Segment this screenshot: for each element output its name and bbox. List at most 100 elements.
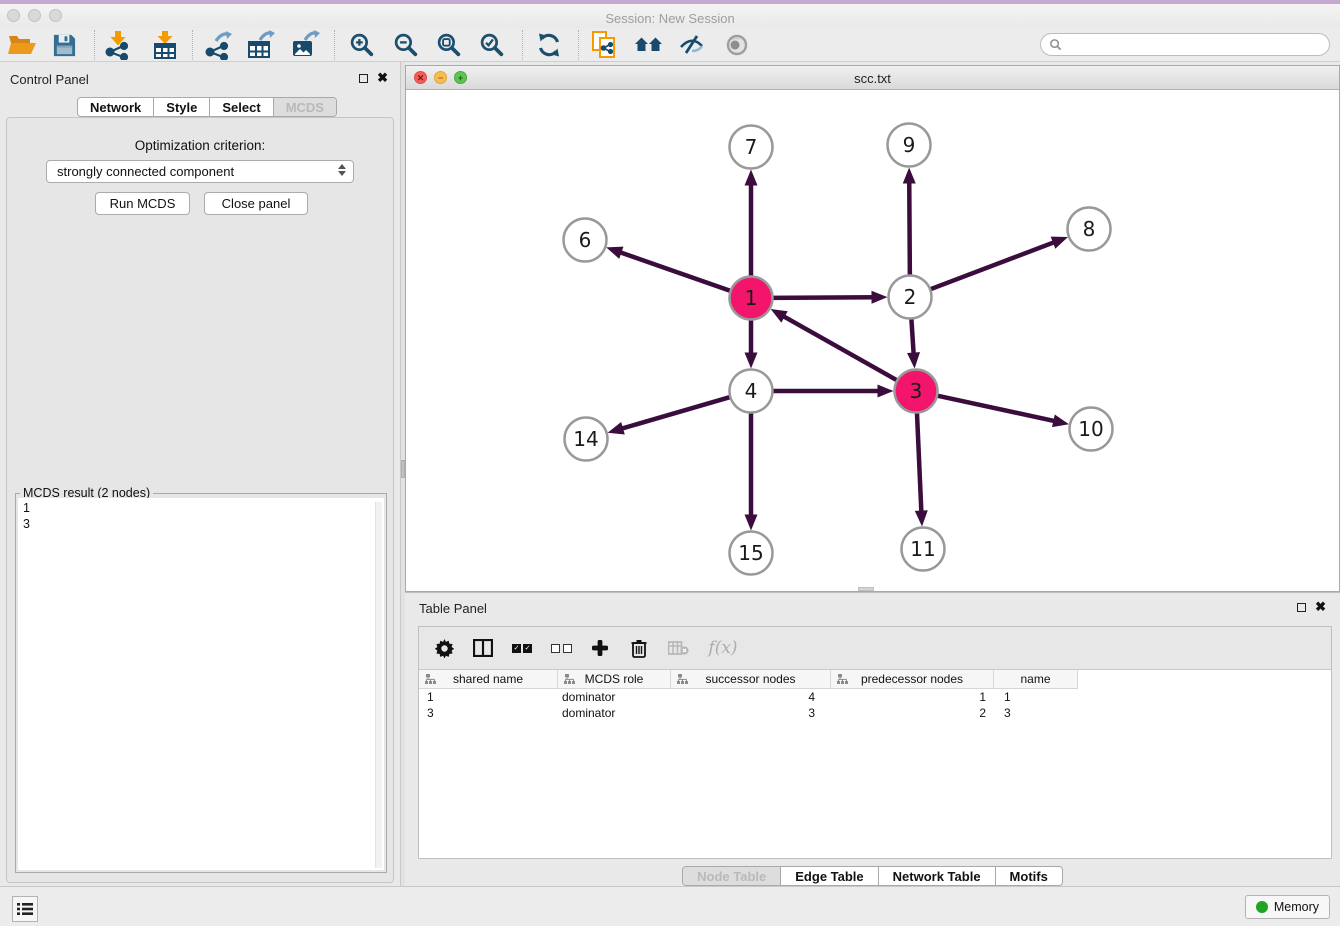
- result-line: 1: [23, 500, 379, 516]
- graph-edge-1-6[interactable]: [616, 251, 733, 292]
- cell-predecessor-nodes: 2: [831, 705, 994, 721]
- graph-edge-arrowhead: [878, 385, 894, 398]
- column-header-successor-nodes[interactable]: successor nodes: [671, 670, 831, 688]
- tab-style[interactable]: Style: [153, 98, 209, 116]
- delete-column-button[interactable]: [628, 639, 650, 658]
- export-network-button[interactable]: [201, 29, 235, 61]
- export-image-button[interactable]: [288, 29, 322, 61]
- graph-node-label: 2: [904, 285, 917, 309]
- memory-button[interactable]: Memory: [1245, 895, 1330, 919]
- hide-selected-button[interactable]: [675, 29, 709, 61]
- cell-successor-nodes: 4: [671, 689, 831, 705]
- column-label: MCDS role: [585, 672, 644, 686]
- float-panel-icon[interactable]: [359, 74, 368, 83]
- duplicate-network-icon: [591, 30, 619, 60]
- column-header-predecessor-nodes[interactable]: predecessor nodes: [831, 670, 994, 688]
- eye-slash-icon: [678, 32, 706, 58]
- network-graph[interactable]: 1234678910111415: [406, 90, 1339, 591]
- first-neighbors-button[interactable]: [632, 29, 666, 61]
- save-icon: [52, 33, 77, 58]
- column-label: predecessor nodes: [861, 672, 963, 686]
- close-panel-button[interactable]: Close panel: [204, 192, 308, 215]
- import-table-button[interactable]: [148, 29, 182, 61]
- open-session-button[interactable]: [5, 29, 39, 61]
- mcds-result-group: MCDS result (2 nodes) 1 3: [15, 493, 387, 873]
- column-header-mcds-role[interactable]: MCDS role: [558, 670, 671, 688]
- zoom-in-button[interactable]: [345, 29, 379, 61]
- graph-node-label: 9: [903, 133, 916, 157]
- graph-edge-3-11[interactable]: [917, 410, 922, 516]
- graph-node-label: 8: [1083, 217, 1096, 241]
- graph-node-label: 10: [1078, 417, 1103, 441]
- network-window-title: scc.txt: [406, 71, 1339, 86]
- eye-icon: [724, 32, 750, 58]
- tab-mcds[interactable]: MCDS: [273, 98, 336, 116]
- table-row[interactable]: 1 dominator 4 1 1: [419, 689, 1331, 705]
- flow-icon: [425, 674, 436, 685]
- table-header-row: shared name MCDS role successor nodes pr…: [419, 670, 1078, 689]
- graph-edge-arrowhead: [608, 422, 625, 434]
- tab-motifs[interactable]: Motifs: [995, 867, 1062, 885]
- column-chooser-button[interactable]: [472, 639, 494, 657]
- close-panel-icon[interactable]: ✖: [1315, 602, 1326, 612]
- tab-network-table[interactable]: Network Table: [878, 867, 995, 885]
- checked-box-icon: ✓: [512, 644, 521, 653]
- toolbar-separator: [578, 30, 579, 60]
- export-image-icon: [290, 30, 320, 60]
- graph-edge-2-3[interactable]: [911, 316, 914, 358]
- result-scrollbar[interactable]: [375, 502, 382, 868]
- duplicate-network-button[interactable]: [588, 29, 622, 61]
- network-splitter-handle[interactable]: [858, 587, 874, 591]
- tab-network[interactable]: Network: [78, 98, 153, 116]
- graph-edge-3-10[interactable]: [935, 395, 1059, 422]
- graph-edge-2-8[interactable]: [928, 241, 1058, 291]
- status-bar: Memory: [0, 886, 1340, 926]
- task-history-button[interactable]: [12, 896, 38, 922]
- gear-icon: [435, 639, 454, 658]
- deselect-all-rows-button[interactable]: [550, 644, 572, 653]
- zoom-fit-icon: [436, 32, 463, 59]
- mcds-result-text[interactable]: 1 3: [18, 498, 384, 870]
- network-window-titlebar[interactable]: ✕ − + scc.txt: [406, 66, 1339, 90]
- show-all-button[interactable]: [720, 29, 754, 61]
- float-panel-icon[interactable]: [1297, 603, 1306, 612]
- memory-status-icon: [1256, 901, 1268, 913]
- graph-node-label: 11: [910, 537, 935, 561]
- search-input[interactable]: [1040, 33, 1330, 56]
- import-network-button[interactable]: [101, 29, 135, 61]
- table-row[interactable]: 3 dominator 3 2 3: [419, 705, 1331, 721]
- table-settings-button[interactable]: [433, 639, 455, 658]
- save-session-button[interactable]: [47, 29, 81, 61]
- zoom-out-button[interactable]: [389, 29, 423, 61]
- main-titlebar: Session: New Session: [0, 4, 1340, 28]
- network-canvas[interactable]: 1234678910111415: [406, 90, 1339, 591]
- graph-edge-1-2[interactable]: [770, 297, 877, 298]
- graph-edge-arrowhead: [871, 291, 887, 304]
- dropdown-value: strongly connected component: [57, 164, 234, 179]
- add-column-button[interactable]: [589, 639, 611, 657]
- optimization-criterion-select[interactable]: strongly connected component: [46, 160, 354, 183]
- column-header-name[interactable]: name: [994, 670, 1078, 688]
- main-toolbar: [0, 28, 1340, 62]
- close-panel-icon[interactable]: ✖: [377, 73, 388, 83]
- export-table-button[interactable]: [244, 29, 278, 61]
- tab-node-table[interactable]: Node Table: [683, 867, 780, 885]
- delete-table-icon: [668, 641, 689, 655]
- zoom-selected-button[interactable]: [475, 29, 509, 61]
- run-mcds-button[interactable]: Run MCDS: [95, 192, 190, 215]
- zoom-fit-button[interactable]: [432, 29, 466, 61]
- flow-icon: [677, 674, 688, 685]
- column-header-shared-name[interactable]: shared name: [419, 670, 558, 688]
- plus-icon: [591, 639, 609, 657]
- graph-edge-2-9[interactable]: [909, 177, 910, 277]
- graph-edge-4-14[interactable]: [617, 396, 732, 429]
- tab-select[interactable]: Select: [209, 98, 272, 116]
- graph-edge-3-1[interactable]: [779, 314, 899, 381]
- refresh-button[interactable]: [532, 29, 566, 61]
- select-all-rows-button[interactable]: ✓✓: [511, 644, 533, 653]
- tab-edge-table[interactable]: Edge Table: [780, 867, 877, 885]
- graph-edge-arrowhead: [1051, 237, 1068, 249]
- mcds-panel: Optimization criterion: strongly connect…: [6, 117, 394, 883]
- cell-mcds-role: dominator: [558, 705, 671, 721]
- graph-node-label: 1: [745, 286, 758, 310]
